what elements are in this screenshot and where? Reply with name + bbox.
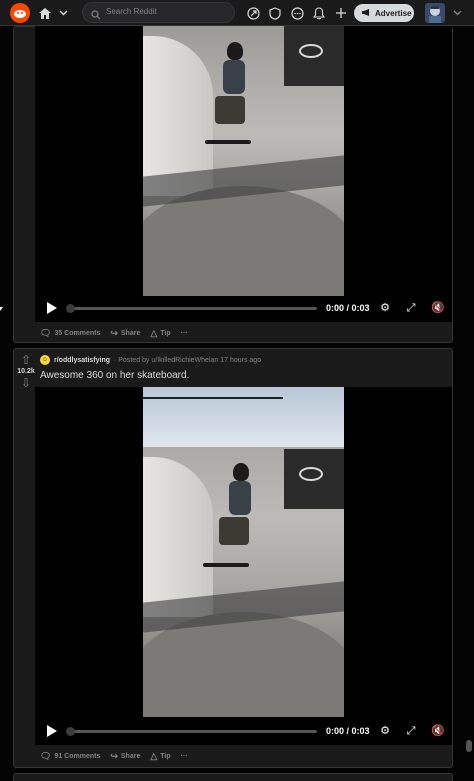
- play-icon[interactable]: [47, 725, 57, 737]
- search-input[interactable]: Search Reddit: [82, 2, 235, 23]
- share-button[interactable]: ↪ Share: [110, 328, 140, 339]
- video-controls: 0:00 / 0:03 ⚙ ⤢ 🔇: [35, 717, 452, 745]
- bell-icon[interactable]: [310, 4, 328, 22]
- progress-knob[interactable]: [66, 303, 75, 313]
- vote-score: 10.2k: [17, 368, 35, 375]
- home-icon[interactable]: [36, 4, 54, 22]
- post-actions: 🗨 35 Comments ↪ Share △ Tip ···: [40, 326, 188, 340]
- video-controls: 0:00 / 0:03 ⚙ ⤢ 🔇: [35, 294, 452, 322]
- share-label: Share: [120, 752, 141, 760]
- advertise-label: Advertise: [375, 8, 412, 18]
- plus-icon[interactable]: [332, 4, 350, 22]
- comment-icon: 🗨: [40, 750, 52, 761]
- video-frame: [143, 387, 344, 717]
- user-menu-chevron-icon[interactable]: [448, 4, 466, 22]
- comment-icon: 🗨: [40, 327, 52, 338]
- fullscreen-icon[interactable]: ⤢: [405, 302, 417, 314]
- more-options-button[interactable]: ···: [181, 330, 188, 337]
- mute-icon[interactable]: 🔇: [431, 725, 445, 737]
- play-icon[interactable]: [47, 302, 57, 314]
- more-label: ···: [180, 329, 188, 337]
- video-player[interactable]: 0:00 / 0:03 ⚙ ⤢ 🔇: [35, 387, 452, 745]
- chat-icon[interactable]: [288, 4, 306, 22]
- mouse-cursor-icon: [0, 307, 3, 311]
- next-post-card[interactable]: [13, 773, 453, 781]
- fullscreen-icon[interactable]: ⤢: [405, 725, 417, 737]
- user-avatar[interactable]: [425, 3, 445, 23]
- progress-bar[interactable]: [66, 726, 317, 736]
- video-time: 0:00 / 0:03: [326, 303, 370, 313]
- vote-column: ⇧ 10.2k ⇩: [14, 354, 38, 389]
- tip-button[interactable]: △ Tip: [150, 751, 170, 762]
- search-icon: [91, 7, 101, 25]
- post-meta: ☺ r/oddlysatisfying · Posted by u/Ikille…: [40, 355, 261, 365]
- comments-label: 35 Comments: [54, 329, 101, 337]
- comments-button[interactable]: 🗨 35 Comments: [40, 328, 100, 339]
- tip-icon: △: [150, 327, 158, 338]
- comments-label: 91 Comments: [54, 752, 101, 760]
- subreddit-icon[interactable]: ☺: [40, 355, 50, 365]
- post-title[interactable]: Awesome 360 on her skateboard.: [40, 370, 189, 381]
- mute-icon[interactable]: 🔇: [431, 302, 445, 314]
- video-player[interactable]: 0:00 / 0:03 ⚙ ⤢ 🔇: [35, 26, 452, 322]
- tip-label: Tip: [160, 329, 171, 337]
- settings-gear-icon[interactable]: ⚙: [379, 725, 391, 737]
- more-label: ···: [180, 752, 188, 760]
- search-placeholder: Search Reddit: [106, 7, 157, 16]
- popular-icon[interactable]: [244, 4, 262, 22]
- settings-gear-icon[interactable]: ⚙: [379, 302, 391, 314]
- share-label: Share: [120, 329, 141, 337]
- posted-by[interactable]: · Posted by u/IkilledRichieWhelan 17 hou…: [114, 357, 261, 364]
- tip-label: Tip: [160, 752, 171, 760]
- chevron-down-icon[interactable]: [54, 4, 72, 22]
- tip-button[interactable]: △ Tip: [150, 328, 170, 339]
- share-button[interactable]: ↪ Share: [110, 751, 140, 762]
- megaphone-icon: [361, 8, 371, 19]
- shield-icon[interactable]: [266, 4, 284, 22]
- more-options-button[interactable]: ···: [181, 753, 188, 760]
- post-actions: 🗨 91 Comments ↪ Share △ Tip ···: [40, 749, 188, 763]
- scrollbar-thumb[interactable]: [466, 740, 472, 752]
- progress-bar[interactable]: [66, 303, 317, 313]
- share-icon: ↪: [110, 327, 118, 338]
- upvote-icon[interactable]: ⇧: [14, 354, 38, 366]
- share-icon: ↪: [110, 750, 118, 761]
- video-time: 0:00 / 0:03: [326, 726, 370, 736]
- progress-knob[interactable]: [66, 726, 75, 736]
- reddit-logo-icon[interactable]: [10, 3, 30, 23]
- advertise-button[interactable]: Advertise: [354, 4, 414, 22]
- subreddit-link[interactable]: r/oddlysatisfying: [54, 357, 110, 364]
- tip-icon: △: [150, 750, 158, 761]
- top-header: Search Reddit Advertise: [0, 0, 474, 26]
- video-frame: [143, 26, 344, 296]
- comments-button[interactable]: 🗨 91 Comments: [40, 751, 100, 762]
